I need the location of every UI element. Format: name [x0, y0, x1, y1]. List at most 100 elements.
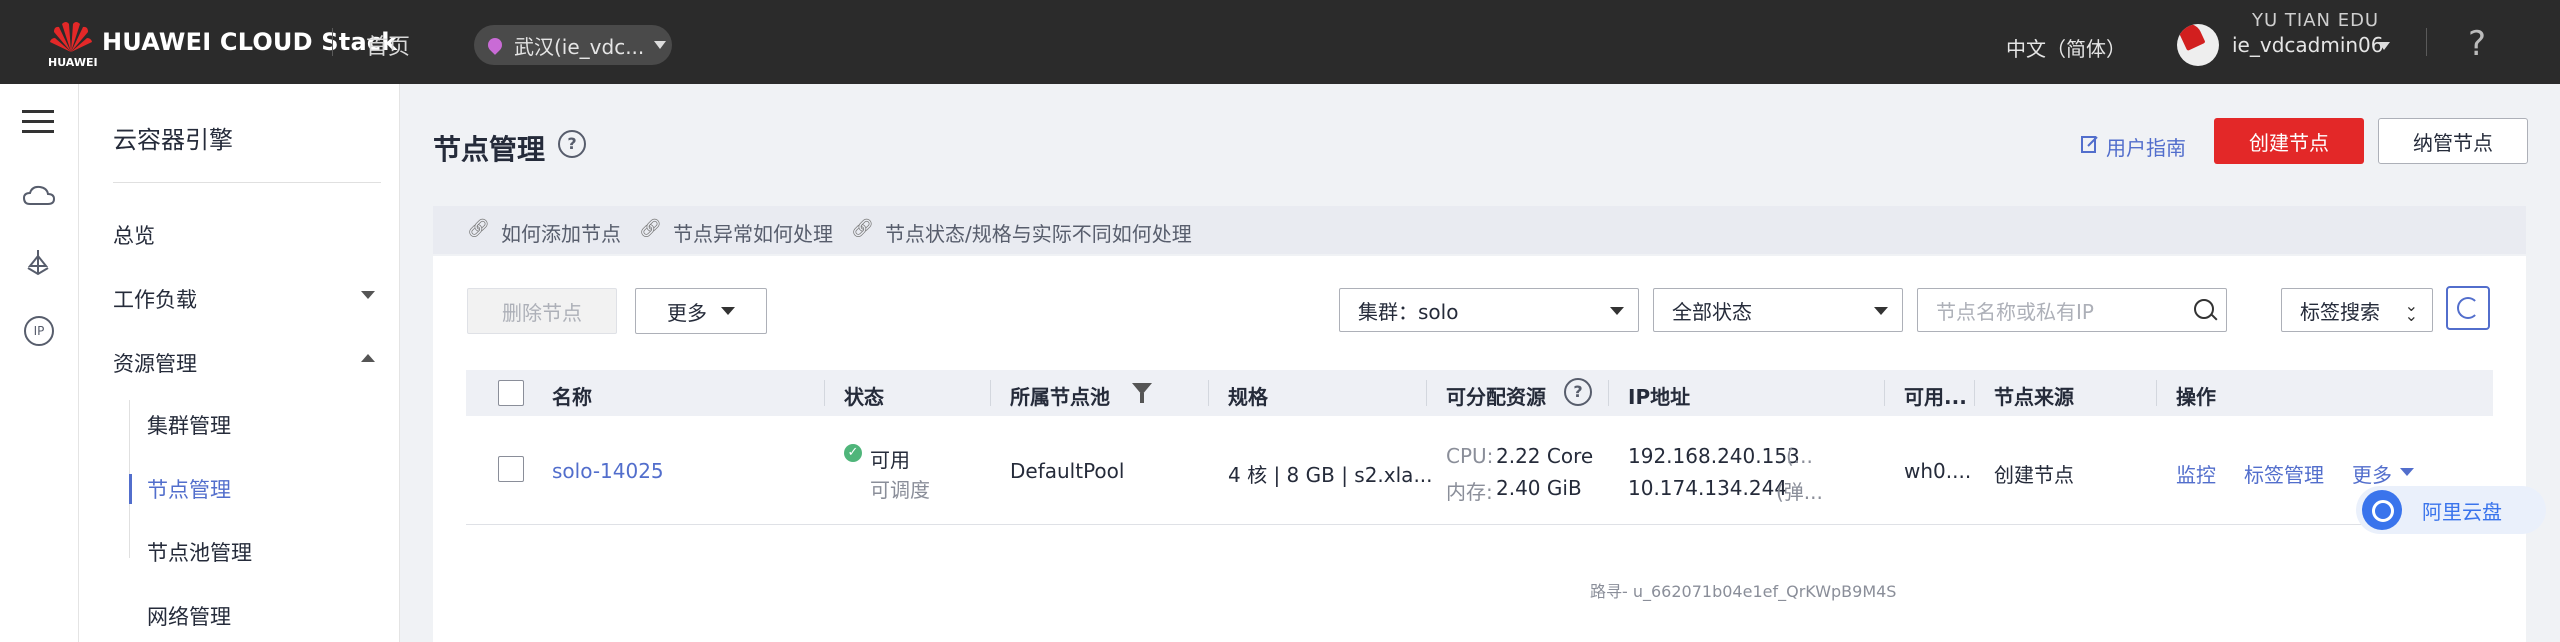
aliyun-logo-icon — [2362, 490, 2402, 530]
link-icon: 🔗︎ — [639, 218, 662, 239]
top-navbar: HUAWEI CLOUD Stack HUAWEI 首页 武汉(ie_vdc..… — [0, 0, 2560, 84]
node-name-link[interactable]: solo-14025 — [552, 459, 664, 483]
aliyun-drive-widget[interactable]: 阿里云盘 — [2356, 486, 2546, 534]
node-spec: 4 核 | 8 GB | s2.xla... — [1228, 463, 1433, 487]
cloud-icon[interactable] — [22, 184, 56, 208]
link-icon: 🔗︎ — [851, 218, 874, 239]
column-header-allocatable[interactable]: 可分配资源 — [1446, 381, 1546, 410]
location-pin-icon — [485, 35, 505, 55]
tip-link-add-node[interactable]: 如何添加节点 — [501, 218, 621, 247]
help-icon[interactable]: ? — [2468, 24, 2486, 64]
refresh-icon — [2457, 297, 2479, 319]
column-divider — [2156, 380, 2157, 406]
column-header-name[interactable]: 名称 — [552, 381, 592, 410]
help-circle-icon[interactable]: ? — [1564, 378, 1592, 406]
refresh-button[interactable] — [2446, 286, 2490, 330]
chevron-down-icon — [654, 41, 667, 49]
region-label: 武汉(ie_vdc... — [514, 34, 645, 59]
column-header-az[interactable]: 可用... — [1904, 381, 1967, 410]
column-header-status[interactable]: 状态 — [844, 381, 884, 410]
sidebar-item-nodepools[interactable]: 节点池管理 — [147, 537, 252, 567]
region-selector[interactable]: 武汉(ie_vdc... — [474, 25, 672, 65]
tag-manage-link[interactable]: 标签管理 — [2244, 459, 2324, 488]
tip-link-node-mismatch[interactable]: 节点状态/规格与实际不同如何处理 — [885, 218, 1192, 247]
tag-search-button[interactable]: 标签搜索 ⌄ ⌄ — [2281, 288, 2433, 332]
private-ip-note: (... — [1786, 444, 1813, 468]
column-divider — [824, 380, 825, 406]
cluster-select[interactable]: 集群：solo — [1339, 288, 1639, 332]
help-circle-icon[interactable]: ? — [558, 130, 586, 158]
chevron-up-icon[interactable] — [361, 354, 375, 362]
elastic-ip-note: (弹... — [1776, 480, 1823, 504]
node-schedulable: 可调度 — [870, 478, 930, 502]
brand-name: HUAWEI CLOUD Stack — [102, 28, 398, 56]
sidebar: 云容器引擎 总览 工作负载 资源管理 集群管理 节点管理 节点池管理 网络管理 — [79, 84, 400, 642]
tips-bar: 🔗︎ 如何添加节点 🔗︎ 节点异常如何处理 🔗︎ 节点状态/规格与实际不同如何处… — [433, 206, 2526, 254]
sidebar-item-network[interactable]: 网络管理 — [147, 601, 231, 631]
cpu-value: 2.22 Core — [1496, 444, 1594, 468]
search-placeholder: 节点名称或私有IP — [1936, 299, 2094, 324]
row-divider — [466, 524, 2493, 525]
row-checkbox[interactable] — [498, 456, 524, 482]
active-indicator — [129, 474, 132, 504]
column-divider — [990, 380, 991, 406]
manage-node-button[interactable]: 纳管节点 — [2378, 118, 2528, 164]
divider — [332, 28, 333, 56]
ip-icon[interactable]: IP — [24, 316, 54, 346]
edit-doc-icon — [2081, 136, 2098, 153]
more-actions-button[interactable]: 更多 — [635, 288, 767, 334]
column-header-nodepool[interactable]: 所属节点池 — [1010, 381, 1110, 410]
table-header: 名称 状态 所属节点池 规格 可分配资源 IP地址 可用... 节点来源 操作 — [466, 370, 2493, 416]
column-divider — [1884, 380, 1885, 406]
chevron-down-icon[interactable] — [2378, 42, 2390, 50]
sidebar-item-nodes[interactable]: 节点管理 — [147, 474, 231, 504]
divider — [113, 182, 381, 183]
santa-hat-icon — [2177, 24, 2206, 52]
watermark-text: YU TIAN EDU — [2252, 10, 2380, 31]
node-status: 可用 — [870, 448, 910, 472]
sidebar-item-resources[interactable]: 资源管理 — [113, 348, 197, 378]
user-menu[interactable]: ie_vdcadmin06 — [2232, 33, 2384, 57]
ship-icon[interactable] — [24, 248, 52, 278]
column-header-spec[interactable]: 规格 — [1228, 381, 1268, 410]
search-icon[interactable] — [2194, 299, 2214, 319]
availability-zone: wh0.... — [1904, 459, 1972, 483]
status-select[interactable]: 全部状态 — [1653, 288, 1903, 332]
column-divider — [1608, 380, 1609, 406]
select-all-checkbox[interactable] — [498, 380, 524, 406]
huawei-logo-icon[interactable] — [48, 18, 94, 54]
language-switch[interactable]: 中文（简体） — [2006, 33, 2126, 62]
column-divider — [1426, 380, 1427, 406]
filter-icon[interactable] — [1132, 383, 1152, 403]
column-header-source[interactable]: 节点来源 — [1994, 381, 2074, 410]
column-header-ip[interactable]: IP地址 — [1628, 381, 1690, 410]
sidebar-item-overview[interactable]: 总览 — [113, 220, 155, 250]
user-guide-link[interactable]: 用户指南 — [2106, 132, 2186, 161]
chevron-down-icon — [1610, 307, 1624, 315]
private-ip: 192.168.240.153 — [1628, 444, 1800, 468]
home-link[interactable]: 首页 — [366, 29, 410, 61]
cluster-select-value: 集群：solo — [1358, 299, 1459, 324]
create-node-button[interactable]: 创建节点 — [2214, 118, 2364, 164]
avatar[interactable] — [2177, 24, 2219, 66]
more-label: 更多 — [667, 300, 707, 325]
sidebar-title: 云容器引擎 — [113, 126, 233, 154]
tip-link-node-error[interactable]: 节点异常如何处理 — [673, 218, 833, 247]
node-source: 创建节点 — [1994, 463, 2074, 487]
cpu-label: CPU: — [1446, 444, 1494, 468]
row-more-link[interactable]: 更多 — [2352, 459, 2392, 488]
chevron-down-icon — [1874, 307, 1888, 315]
sidebar-item-workloads[interactable]: 工作负载 — [113, 284, 197, 314]
chevron-down-icon[interactable] — [2400, 468, 2414, 476]
sidebar-item-clusters[interactable]: 集群管理 — [147, 410, 231, 440]
chevron-down-icon — [721, 307, 735, 315]
double-chevron-down-icon: ⌄ ⌄ — [2404, 296, 2418, 325]
delete-node-button[interactable]: 删除节点 — [467, 288, 617, 334]
chevron-down-icon[interactable] — [361, 291, 375, 299]
monitor-link[interactable]: 监控 — [2176, 459, 2216, 488]
menu-icon[interactable] — [22, 108, 54, 136]
node-search-input[interactable]: 节点名称或私有IP — [1917, 288, 2227, 332]
column-divider — [1208, 380, 1209, 406]
memory-label: 内存: — [1446, 480, 1493, 504]
elastic-ip: 10.174.134.244 — [1628, 476, 1788, 500]
